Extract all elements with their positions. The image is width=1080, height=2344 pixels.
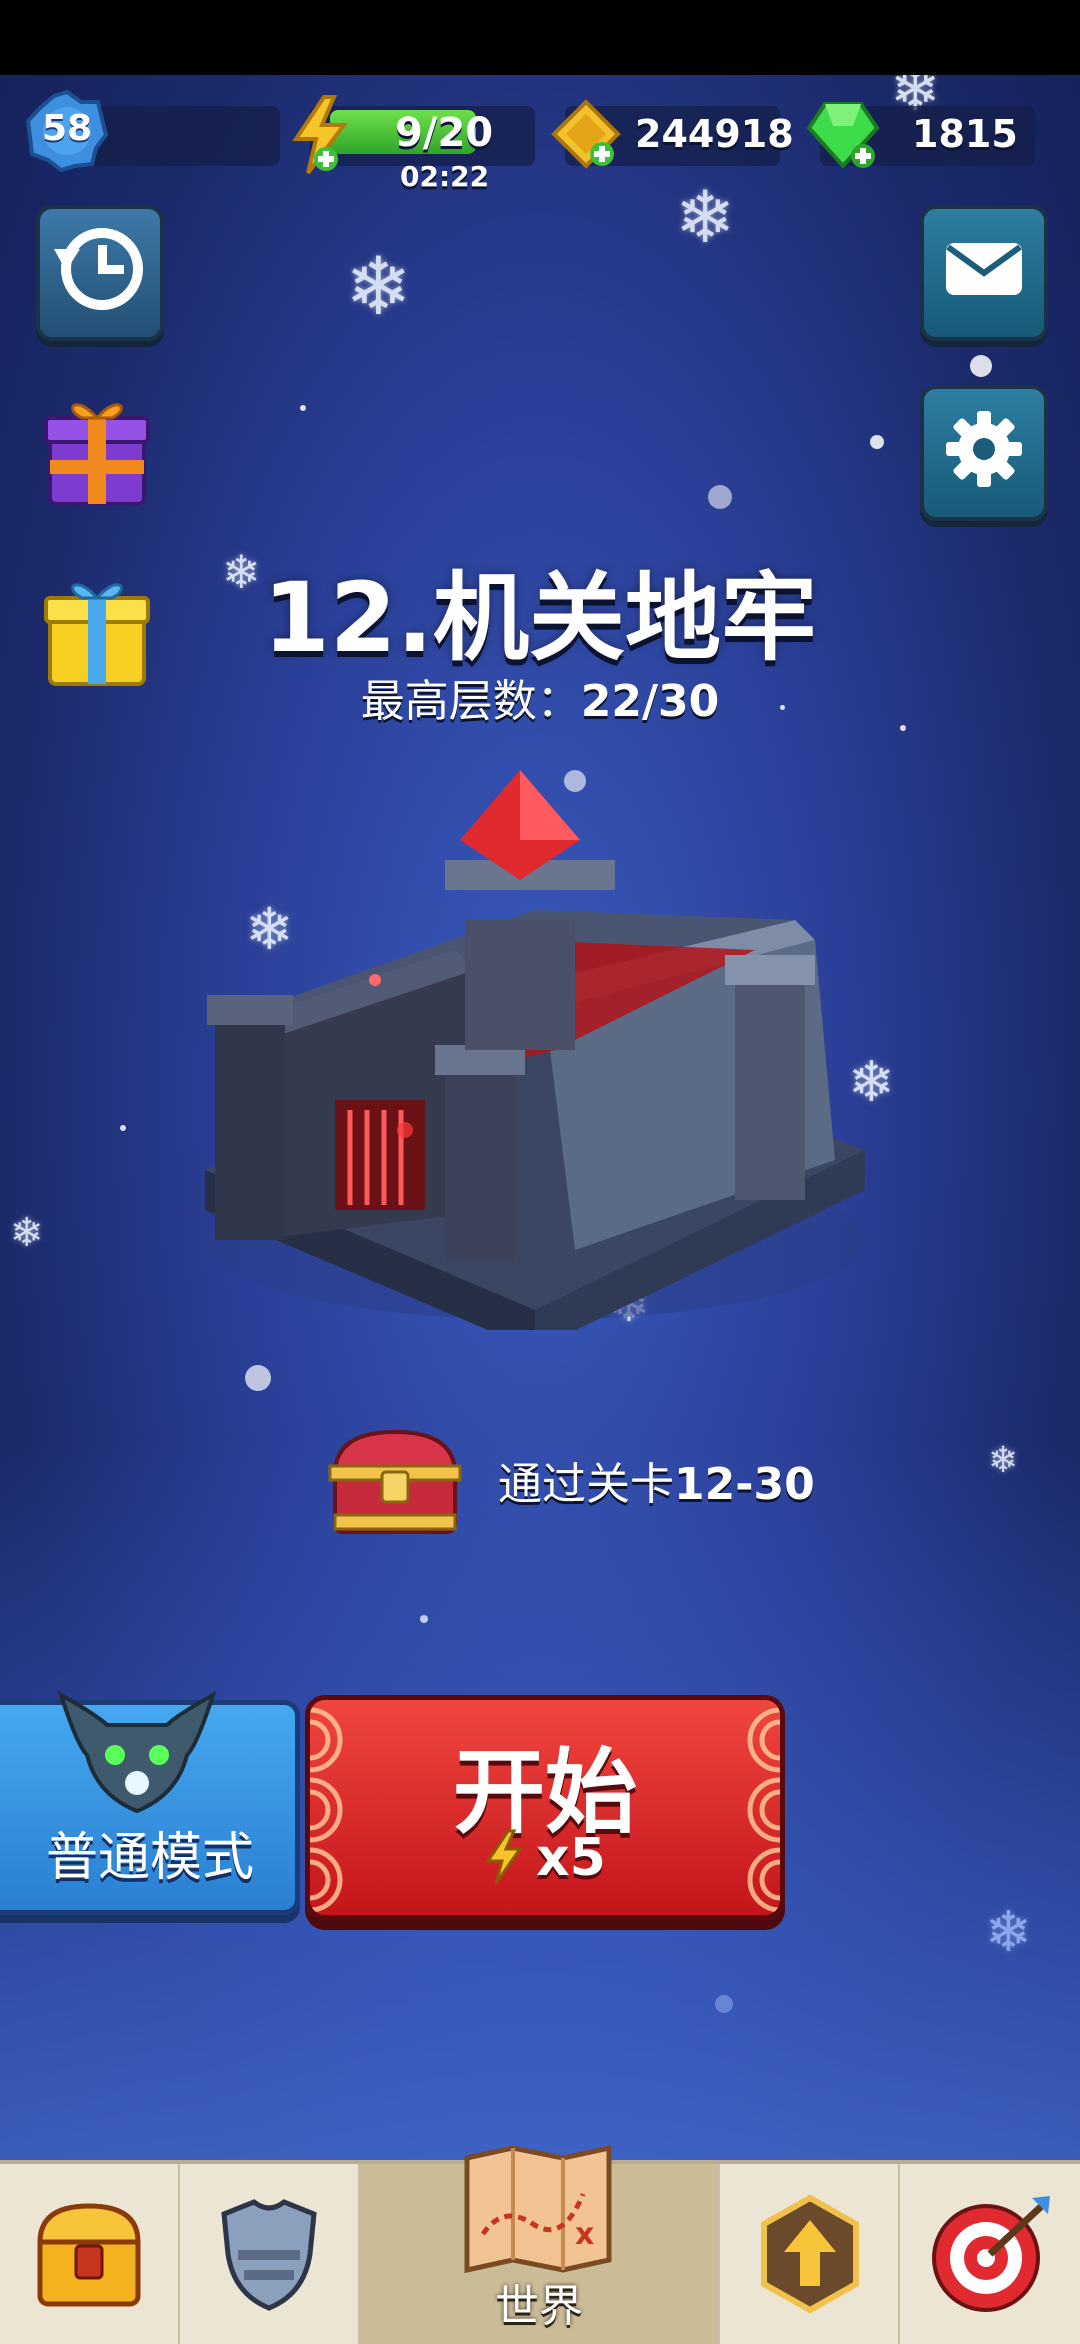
snow-dot bbox=[970, 355, 992, 377]
energy-timer: 02:22 bbox=[400, 160, 490, 193]
snow-dot bbox=[708, 485, 732, 509]
best-floor: 最高层数：22/30 bbox=[0, 665, 1080, 729]
mail-button[interactable] bbox=[920, 205, 1048, 341]
gem-count: 1815 bbox=[912, 112, 1018, 156]
snow-dot bbox=[870, 435, 884, 449]
best-floor-value: 22/30 bbox=[580, 676, 720, 727]
demon-helmet-icon bbox=[57, 1690, 217, 1814]
nav-shop[interactable] bbox=[0, 2164, 181, 2344]
settings-button[interactable] bbox=[920, 385, 1048, 521]
player-level-badge[interactable]: 58 bbox=[26, 90, 108, 172]
gold-count: 244918 bbox=[635, 112, 794, 156]
reward-condition-label: 通过关卡 bbox=[498, 1459, 674, 1510]
lightning-icon bbox=[485, 1829, 524, 1884]
snow-dot bbox=[715, 1995, 733, 2013]
best-floor-label: 最高层数： bbox=[360, 676, 581, 727]
energy-count: 9/20 bbox=[395, 110, 494, 156]
start-cost: x5 bbox=[310, 1828, 780, 1888]
reward-condition: 通过关卡12-30 bbox=[498, 1448, 815, 1512]
start-button[interactable]: 开始 x5 bbox=[305, 1695, 785, 1920]
bottom-nav: x 世界 bbox=[0, 2144, 1080, 2344]
snow-dot bbox=[420, 1615, 428, 1623]
snow-dot bbox=[300, 405, 306, 411]
nav-missions[interactable] bbox=[900, 2164, 1080, 2344]
mail-icon bbox=[946, 243, 1022, 295]
world-map-icon: x bbox=[464, 2144, 612, 2274]
history-button[interactable] bbox=[36, 205, 164, 341]
snowflake-icon: ❄ bbox=[345, 240, 413, 333]
normal-mode-button[interactable]: 普通模式 bbox=[0, 1690, 300, 1915]
nav-world[interactable]: x 世界 bbox=[360, 2144, 721, 2344]
nav-upgrade[interactable] bbox=[720, 2164, 901, 2344]
nav-world-label: 世界 bbox=[495, 2281, 583, 2332]
target-icon bbox=[932, 2196, 1050, 2312]
normal-mode-label: 普通模式 bbox=[45, 1828, 254, 1888]
purple-gift-icon bbox=[44, 403, 150, 506]
snowflake-icon: ❄ bbox=[675, 175, 736, 259]
armor-icon bbox=[221, 2199, 317, 2311]
snowflake-icon: ❄ bbox=[10, 1210, 44, 1256]
start-cost-value: x5 bbox=[536, 1828, 606, 1888]
treasure-chest-icon bbox=[37, 2203, 141, 2307]
svg-text:x: x bbox=[575, 2217, 594, 2252]
nav-equipment[interactable] bbox=[180, 2164, 361, 2344]
lightning-icon bbox=[292, 95, 348, 175]
snow-dot bbox=[120, 1125, 126, 1131]
player-level: 58 bbox=[41, 108, 93, 149]
gold-coin-icon bbox=[551, 99, 621, 169]
stage-reward: 通过关卡12-30 bbox=[320, 1420, 920, 1540]
snowflake-icon: ❄ bbox=[985, 1900, 1032, 1965]
treasure-chest-icon[interactable] bbox=[320, 1420, 470, 1540]
upgrade-arrow-icon bbox=[761, 2194, 859, 2314]
green-gem-icon bbox=[806, 102, 880, 169]
reward-condition-stage: 12-30 bbox=[674, 1459, 815, 1510]
purple-gift-button[interactable] bbox=[42, 390, 152, 506]
snow-dot bbox=[245, 1365, 271, 1391]
snowflake-icon: ❄ bbox=[988, 1440, 1019, 1481]
status-bar bbox=[0, 0, 1080, 75]
dungeon-castle-image[interactable] bbox=[195, 770, 875, 1330]
gear-icon bbox=[946, 411, 1022, 487]
stage-title: 12.机关地牢 bbox=[262, 562, 818, 674]
history-icon bbox=[54, 228, 143, 310]
